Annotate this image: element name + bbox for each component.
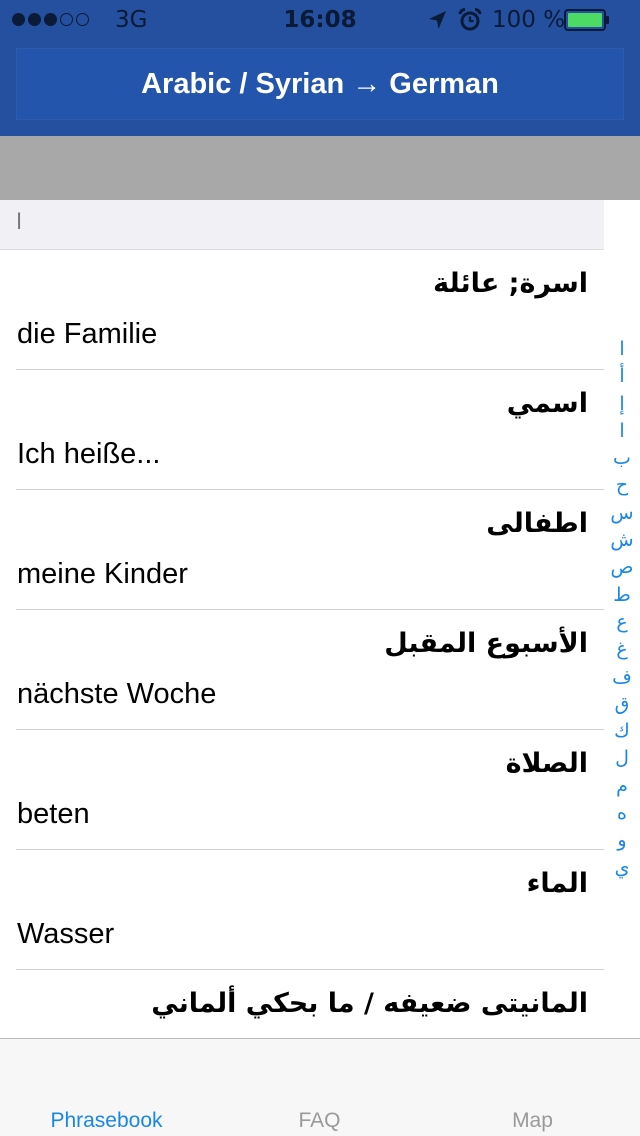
alphabet-index-letter[interactable]: م bbox=[616, 773, 628, 800]
tab-bar: Phrasebook FAQ Map bbox=[0, 1038, 640, 1136]
tab-faq-label: FAQ bbox=[298, 1109, 341, 1132]
phrase-arabic: الماء bbox=[526, 868, 588, 899]
phrase-row[interactable]: الأسبوع المقبل nächste Woche bbox=[0, 610, 604, 730]
language-pair-title[interactable]: Arabic / Syrian → German bbox=[16, 48, 624, 120]
alphabet-index-letter[interactable]: ق bbox=[615, 691, 630, 718]
tab-map-label: Map bbox=[512, 1109, 553, 1132]
alphabet-index-letter[interactable]: ي bbox=[615, 855, 630, 882]
phrase-german: meine Kinder bbox=[17, 558, 188, 590]
tab-phrasebook[interactable]: Phrasebook bbox=[0, 1039, 213, 1136]
phrase-row[interactable]: اسمي Ich heiße... bbox=[0, 370, 604, 490]
alphabet-index-letter[interactable]: ص bbox=[611, 554, 634, 581]
alphabet-index-letter[interactable]: س bbox=[610, 500, 633, 527]
alphabet-index-letter[interactable]: ف bbox=[612, 664, 632, 691]
alphabet-index-letter[interactable]: ا bbox=[619, 336, 624, 363]
phrase-arabic: الصلاة bbox=[505, 748, 588, 779]
alphabet-index-letter[interactable]: ع bbox=[616, 609, 627, 636]
section-letter: ا bbox=[16, 210, 23, 235]
tab-faq[interactable]: FAQ bbox=[213, 1039, 426, 1136]
app-screen: 3G 16:08 100 % Arabic / Syrian → German … bbox=[0, 0, 640, 1136]
battery-icon bbox=[564, 9, 609, 31]
phrase-row[interactable]: المانيتى ضعيفه / ما بحكي ألماني bbox=[0, 970, 604, 1040]
alphabet-index-letter[interactable]: ه bbox=[617, 800, 627, 827]
alphabet-index-letter[interactable]: ح bbox=[616, 472, 628, 499]
phrase-german: nächste Woche bbox=[17, 678, 217, 710]
tab-map[interactable]: Map bbox=[426, 1039, 639, 1136]
phrase-arabic: المانيتى ضعيفه / ما بحكي ألماني bbox=[151, 988, 588, 1019]
phrase-german: Wasser bbox=[17, 918, 115, 950]
phrase-arabic: اسرة; عائلة bbox=[433, 268, 588, 299]
phrase-arabic: اطفالى bbox=[486, 508, 588, 539]
alphabet-index[interactable]: اأإابحسشصطعغفقكلمهوي bbox=[604, 336, 640, 882]
phrase-german: die Familie bbox=[17, 318, 158, 350]
section-header: ا bbox=[0, 200, 604, 250]
status-bar: 3G 16:08 100 % bbox=[0, 0, 640, 40]
battery-percent: 100 % bbox=[492, 7, 566, 33]
alphabet-index-letter[interactable]: ش bbox=[610, 527, 633, 554]
alphabet-index-letter[interactable]: ب bbox=[613, 445, 631, 472]
phrase-german: Ich heiße... bbox=[17, 438, 161, 470]
location-arrow-icon bbox=[429, 11, 446, 29]
phrase-arabic: الأسبوع المقبل bbox=[384, 628, 588, 659]
phrase-arabic: اسمي bbox=[506, 388, 588, 419]
phrase-row[interactable]: الصلاة beten bbox=[0, 730, 604, 850]
alphabet-index-letter[interactable]: غ bbox=[616, 636, 627, 663]
alphabet-index-letter[interactable]: ط bbox=[613, 582, 631, 609]
phrase-row[interactable]: اطفالى meine Kinder bbox=[0, 490, 604, 610]
phrase-row[interactable]: اسرة; عائلة die Familie bbox=[0, 250, 604, 370]
alarm-clock-icon bbox=[458, 7, 482, 31]
alphabet-index-letter[interactable]: ا bbox=[619, 418, 624, 445]
alphabet-index-letter[interactable]: ك bbox=[614, 718, 630, 745]
phrase-german: beten bbox=[17, 798, 90, 830]
alphabet-index-letter[interactable]: ل bbox=[615, 745, 629, 772]
alphabet-index-letter[interactable]: و bbox=[617, 827, 626, 854]
alphabet-index-letter[interactable]: أ bbox=[619, 363, 624, 390]
phrase-list: اسرة; عائلة die Familie اسمي Ich heiße..… bbox=[0, 250, 604, 1040]
phrase-row[interactable]: الماء Wasser bbox=[0, 850, 604, 970]
tab-phrasebook-label: Phrasebook bbox=[50, 1109, 163, 1132]
alphabet-index-letter[interactable]: إ bbox=[619, 391, 624, 418]
search-bar-area[interactable] bbox=[0, 136, 640, 200]
